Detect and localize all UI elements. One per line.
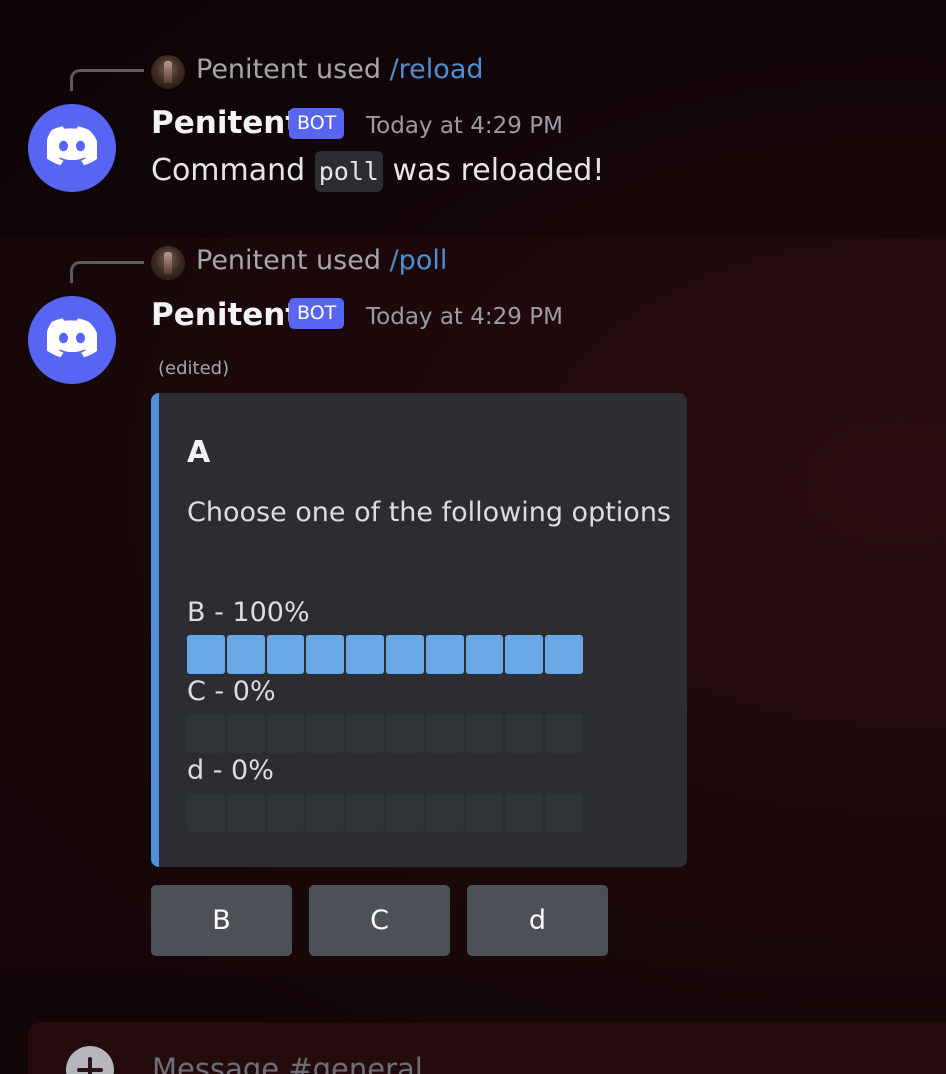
poll-bar-segment xyxy=(465,714,504,753)
reply-username[interactable]: Penitent xyxy=(196,245,307,276)
poll-bar-segment xyxy=(187,635,225,674)
poll-option-bar xyxy=(187,635,583,674)
poll-bar-segment xyxy=(545,793,583,832)
reply-user-avatar[interactable] xyxy=(151,55,185,89)
poll-option-bar xyxy=(187,793,583,832)
edited-label: (edited) xyxy=(158,358,230,379)
message-timestamp[interactable]: Today at 4:29 PM xyxy=(366,113,563,139)
poll-option-label: C - 0% xyxy=(187,676,276,707)
message-timestamp[interactable]: Today at 4:29 PM xyxy=(366,304,563,330)
content-text-before: Command xyxy=(151,153,315,188)
poll-bar-segment xyxy=(266,635,305,674)
message-reload: Penitent used /reload Penitent BOT Today… xyxy=(0,0,946,238)
vote-button-b[interactable]: B xyxy=(151,885,292,956)
poll-bar-segment xyxy=(385,635,424,674)
poll-bar-segment xyxy=(346,714,384,753)
poll-bar-segment xyxy=(385,793,424,832)
poll-bar-segment xyxy=(187,793,225,832)
vote-button-c[interactable]: C xyxy=(309,885,450,956)
poll-bar-segment xyxy=(505,793,544,832)
poll-bar-segment xyxy=(505,714,544,753)
reply-user-avatar[interactable] xyxy=(151,246,185,280)
message-input[interactable]: Message #general xyxy=(152,1052,423,1074)
poll-bar-segment xyxy=(505,635,544,674)
discord-logo-icon xyxy=(47,126,97,166)
content-text-after: was reloaded! xyxy=(382,153,605,188)
reply-connector xyxy=(70,261,144,283)
poll-bar-segment xyxy=(346,635,384,674)
author-name[interactable]: Penitent xyxy=(151,297,300,333)
poll-bar-segment xyxy=(266,714,305,753)
poll-bar-segment xyxy=(545,635,583,674)
poll-bar-segment xyxy=(187,714,225,753)
embed-title: A xyxy=(187,435,211,470)
message-content: Command poll was reloaded! xyxy=(151,151,605,192)
poll-bar-segment xyxy=(425,793,464,832)
poll-bar-segment xyxy=(226,714,265,753)
poll-bar-segment xyxy=(306,714,345,753)
poll-bar-segment xyxy=(266,793,305,832)
poll-bar-segment xyxy=(385,714,424,753)
poll-bar-segment xyxy=(425,635,464,674)
bot-tag: BOT xyxy=(289,298,345,329)
poll-option-label: d - 0% xyxy=(187,755,274,786)
inline-code: poll xyxy=(314,151,383,192)
bot-tag: BOT xyxy=(289,108,345,139)
poll-bar-segment xyxy=(545,714,583,753)
poll-bar-segment xyxy=(465,635,504,674)
embed-description: Choose one of the following options xyxy=(187,497,671,528)
discord-logo-icon xyxy=(47,318,97,358)
poll-bar-segment xyxy=(425,714,464,753)
reply-username[interactable]: Penitent xyxy=(196,54,307,85)
reply-context[interactable]: Penitent used /poll xyxy=(196,245,447,276)
poll-bar-segment xyxy=(226,793,265,832)
poll-bar-segment xyxy=(226,635,265,674)
poll-bar-segment xyxy=(346,793,384,832)
reply-command[interactable]: /poll xyxy=(390,245,448,276)
poll-bar-segment xyxy=(465,793,504,832)
reply-connector xyxy=(70,69,144,91)
reply-used-text: used xyxy=(316,245,381,276)
message-composer: Message #general xyxy=(28,1022,946,1074)
reply-context[interactable]: Penitent used /reload xyxy=(196,54,484,85)
bot-avatar[interactable] xyxy=(28,296,116,384)
bot-avatar[interactable] xyxy=(28,104,116,192)
author-name[interactable]: Penitent xyxy=(151,105,300,141)
vote-button-d[interactable]: d xyxy=(467,885,608,956)
plus-circle-icon[interactable] xyxy=(66,1046,114,1074)
reply-used-text: used xyxy=(316,54,381,85)
reply-command[interactable]: /reload xyxy=(390,54,484,85)
poll-bar-segment xyxy=(306,793,345,832)
poll-option-label: B - 100% xyxy=(187,597,310,628)
poll-bar-segment xyxy=(306,635,345,674)
poll-embed: A Choose one of the following options B … xyxy=(151,393,687,867)
poll-option-bar xyxy=(187,714,583,753)
